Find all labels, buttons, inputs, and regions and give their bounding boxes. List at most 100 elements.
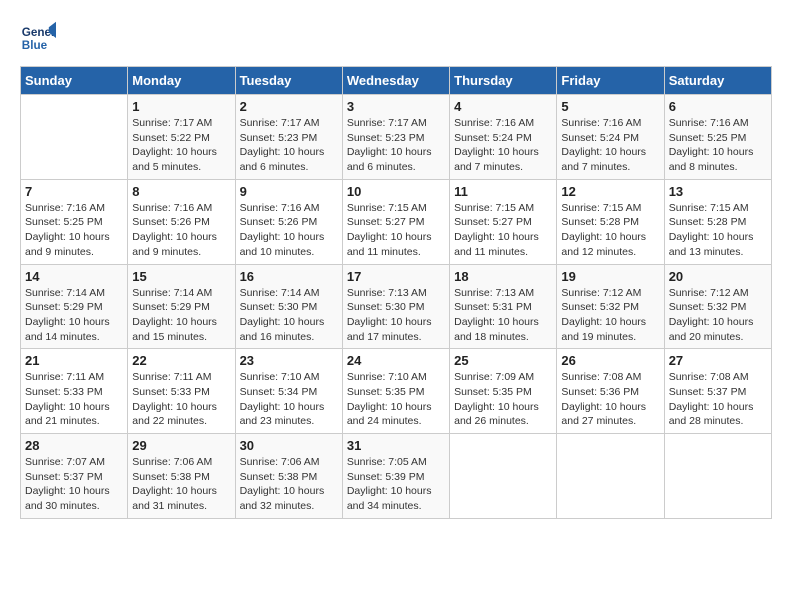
day-info: Sunrise: 7:15 AM Sunset: 5:28 PM Dayligh…	[561, 201, 659, 260]
day-number: 1	[132, 99, 230, 114]
day-info: Sunrise: 7:11 AM Sunset: 5:33 PM Dayligh…	[25, 370, 123, 429]
day-cell: 13 Sunrise: 7:15 AM Sunset: 5:28 PM Dayli…	[664, 179, 771, 264]
day-cell: 29Sunrise: 7:06 AM Sunset: 5:38 PM Dayli…	[128, 434, 235, 519]
column-header-thursday: Thursday	[450, 67, 557, 95]
header-row: SundayMondayTuesdayWednesdayThursdayFrid…	[21, 67, 772, 95]
day-cell	[21, 95, 128, 180]
day-info: Sunrise: 7:16 AM Sunset: 5:26 PM Dayligh…	[132, 201, 230, 260]
day-info: Sunrise: 7:14 AM Sunset: 5:29 PM Dayligh…	[25, 286, 123, 345]
day-info: Sunrise: 7:17 AM Sunset: 5:23 PM Dayligh…	[240, 116, 338, 175]
day-number: 16	[240, 269, 338, 284]
day-cell: 9 Sunrise: 7:16 AM Sunset: 5:26 PM Daylig…	[235, 179, 342, 264]
day-info: Sunrise: 7:13 AM Sunset: 5:30 PM Dayligh…	[347, 286, 445, 345]
day-number: 12	[561, 184, 659, 199]
day-cell: 14 Sunrise: 7:14 AM Sunset: 5:29 PM Dayli…	[21, 264, 128, 349]
day-info: Sunrise: 7:10 AM Sunset: 5:35 PM Dayligh…	[347, 370, 445, 429]
day-cell: 12 Sunrise: 7:15 AM Sunset: 5:28 PM Dayli…	[557, 179, 664, 264]
column-header-wednesday: Wednesday	[342, 67, 449, 95]
day-cell: 26 Sunrise: 7:08 AM Sunset: 5:36 PM Dayli…	[557, 349, 664, 434]
week-row-5: 28 Sunrise: 7:07 AM Sunset: 5:37 PM Dayli…	[21, 434, 772, 519]
day-cell: 31Sunrise: 7:05 AM Sunset: 5:39 PM Dayli…	[342, 434, 449, 519]
day-number: 10	[347, 184, 445, 199]
day-number: 30	[240, 438, 338, 453]
day-info: Sunrise: 7:08 AM Sunset: 5:36 PM Dayligh…	[561, 370, 659, 429]
day-cell: 5 Sunrise: 7:16 AM Sunset: 5:24 PM Daylig…	[557, 95, 664, 180]
week-row-1: 1 Sunrise: 7:17 AM Sunset: 5:22 PM Daylig…	[21, 95, 772, 180]
day-number: 15	[132, 269, 230, 284]
day-info: Sunrise: 7:16 AM Sunset: 5:24 PM Dayligh…	[454, 116, 552, 175]
day-info: Sunrise: 7:15 AM Sunset: 5:27 PM Dayligh…	[454, 201, 552, 260]
day-number: 5	[561, 99, 659, 114]
day-info: Sunrise: 7:13 AM Sunset: 5:31 PM Dayligh…	[454, 286, 552, 345]
day-cell: 30 Sunrise: 7:06 AM Sunset: 5:38 PM Dayli…	[235, 434, 342, 519]
day-number: 8	[132, 184, 230, 199]
day-cell: 23Sunrise: 7:10 AM Sunset: 5:34 PM Dayli…	[235, 349, 342, 434]
day-info: Sunrise: 7:06 AM Sunset: 5:38 PM Dayligh…	[240, 455, 338, 514]
day-number: 3	[347, 99, 445, 114]
day-cell: 24Sunrise: 7:10 AM Sunset: 5:35 PM Dayli…	[342, 349, 449, 434]
calendar-body: 1 Sunrise: 7:17 AM Sunset: 5:22 PM Daylig…	[21, 95, 772, 519]
day-number: 2	[240, 99, 338, 114]
svg-text:Blue: Blue	[22, 39, 48, 52]
day-info: Sunrise: 7:16 AM Sunset: 5:25 PM Dayligh…	[669, 116, 767, 175]
day-cell: 16 Sunrise: 7:14 AM Sunset: 5:30 PM Dayli…	[235, 264, 342, 349]
page-header: General Blue	[20, 20, 772, 56]
day-number: 9	[240, 184, 338, 199]
day-number: 28	[25, 438, 123, 453]
column-header-friday: Friday	[557, 67, 664, 95]
logo-icon: General Blue	[20, 20, 56, 56]
day-number: 17	[347, 269, 445, 284]
day-info: Sunrise: 7:17 AM Sunset: 5:22 PM Dayligh…	[132, 116, 230, 175]
day-info: Sunrise: 7:14 AM Sunset: 5:30 PM Dayligh…	[240, 286, 338, 345]
day-number: 23	[240, 353, 338, 368]
day-cell: 1 Sunrise: 7:17 AM Sunset: 5:22 PM Daylig…	[128, 95, 235, 180]
day-cell: 2 Sunrise: 7:17 AM Sunset: 5:23 PM Daylig…	[235, 95, 342, 180]
day-number: 19	[561, 269, 659, 284]
day-info: Sunrise: 7:05 AM Sunset: 5:39 PM Dayligh…	[347, 455, 445, 514]
day-cell: 27Sunrise: 7:08 AM Sunset: 5:37 PM Dayli…	[664, 349, 771, 434]
day-cell: 15 Sunrise: 7:14 AM Sunset: 5:29 PM Dayli…	[128, 264, 235, 349]
day-cell: 7Sunrise: 7:16 AM Sunset: 5:25 PM Daylig…	[21, 179, 128, 264]
calendar-header: SundayMondayTuesdayWednesdayThursdayFrid…	[21, 67, 772, 95]
day-cell: 25 Sunrise: 7:09 AM Sunset: 5:35 PM Dayli…	[450, 349, 557, 434]
day-cell	[450, 434, 557, 519]
day-cell: 8 Sunrise: 7:16 AM Sunset: 5:26 PM Daylig…	[128, 179, 235, 264]
day-cell: 11 Sunrise: 7:15 AM Sunset: 5:27 PM Dayli…	[450, 179, 557, 264]
column-header-saturday: Saturday	[664, 67, 771, 95]
day-number: 14	[25, 269, 123, 284]
day-cell: 28 Sunrise: 7:07 AM Sunset: 5:37 PM Dayli…	[21, 434, 128, 519]
day-number: 22	[132, 353, 230, 368]
logo: General Blue	[20, 20, 56, 56]
day-info: Sunrise: 7:08 AM Sunset: 5:37 PM Dayligh…	[669, 370, 767, 429]
day-number: 26	[561, 353, 659, 368]
day-cell: 3Sunrise: 7:17 AM Sunset: 5:23 PM Daylig…	[342, 95, 449, 180]
day-number: 11	[454, 184, 552, 199]
week-row-3: 14 Sunrise: 7:14 AM Sunset: 5:29 PM Dayli…	[21, 264, 772, 349]
day-cell: 6 Sunrise: 7:16 AM Sunset: 5:25 PM Daylig…	[664, 95, 771, 180]
column-header-tuesday: Tuesday	[235, 67, 342, 95]
day-number: 13	[669, 184, 767, 199]
day-cell: 18 Sunrise: 7:13 AM Sunset: 5:31 PM Dayli…	[450, 264, 557, 349]
column-header-monday: Monday	[128, 67, 235, 95]
day-number: 6	[669, 99, 767, 114]
day-number: 25	[454, 353, 552, 368]
day-number: 4	[454, 99, 552, 114]
day-info: Sunrise: 7:15 AM Sunset: 5:27 PM Dayligh…	[347, 201, 445, 260]
day-number: 29	[132, 438, 230, 453]
day-info: Sunrise: 7:16 AM Sunset: 5:26 PM Dayligh…	[240, 201, 338, 260]
day-info: Sunrise: 7:14 AM Sunset: 5:29 PM Dayligh…	[132, 286, 230, 345]
day-number: 20	[669, 269, 767, 284]
day-cell: 19Sunrise: 7:12 AM Sunset: 5:32 PM Dayli…	[557, 264, 664, 349]
day-cell: 10 Sunrise: 7:15 AM Sunset: 5:27 PM Dayli…	[342, 179, 449, 264]
day-info: Sunrise: 7:12 AM Sunset: 5:32 PM Dayligh…	[669, 286, 767, 345]
day-cell: 21Sunrise: 7:11 AM Sunset: 5:33 PM Dayli…	[21, 349, 128, 434]
day-info: Sunrise: 7:07 AM Sunset: 5:37 PM Dayligh…	[25, 455, 123, 514]
day-info: Sunrise: 7:09 AM Sunset: 5:35 PM Dayligh…	[454, 370, 552, 429]
day-cell: 4 Sunrise: 7:16 AM Sunset: 5:24 PM Daylig…	[450, 95, 557, 180]
day-number: 18	[454, 269, 552, 284]
day-info: Sunrise: 7:16 AM Sunset: 5:24 PM Dayligh…	[561, 116, 659, 175]
day-info: Sunrise: 7:16 AM Sunset: 5:25 PM Dayligh…	[25, 201, 123, 260]
day-info: Sunrise: 7:15 AM Sunset: 5:28 PM Dayligh…	[669, 201, 767, 260]
day-cell	[664, 434, 771, 519]
day-cell: 20 Sunrise: 7:12 AM Sunset: 5:32 PM Dayli…	[664, 264, 771, 349]
